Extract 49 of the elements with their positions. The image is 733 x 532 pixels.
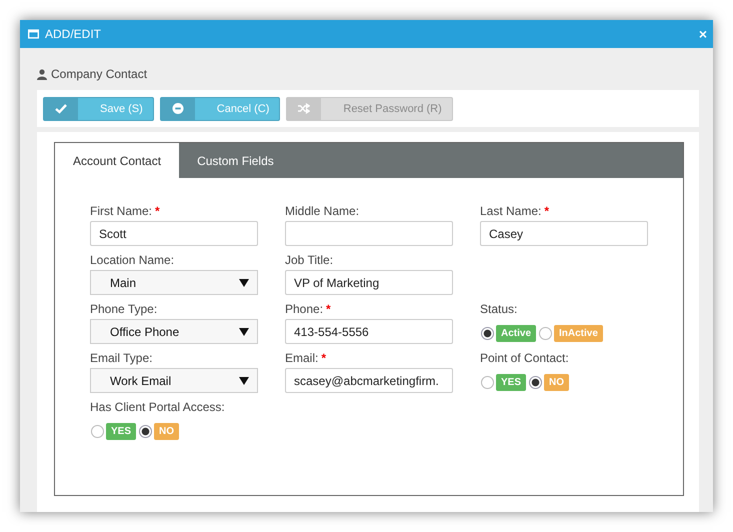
radio-button[interactable] [529,376,542,389]
dropdown[interactable]: Main [90,270,258,295]
dropdown-arrow-icon [239,376,249,384]
minus-circle-icon [172,103,184,114]
field-label: Location Name: [90,253,174,268]
shuffle-icon [298,103,310,114]
field-label: Last Name: [480,204,542,219]
option-badge: YES [496,374,526,391]
dropdown-arrow-icon [239,328,249,336]
text-field[interactable]: VP of Marketing [285,270,453,295]
tab[interactable]: Custom Fields [179,143,292,178]
text-field[interactable]: 413-554-5556 [285,319,453,344]
radio-button[interactable] [139,425,152,438]
field-label: Point of Contact: [480,351,569,366]
field-label: Email Type: [90,351,152,366]
text-field[interactable] [285,221,453,246]
field-label: Phone: [285,302,324,317]
radio-button[interactable] [539,327,552,340]
field-label: Middle Name: [285,204,360,219]
option-badge: Active [496,325,536,342]
field-label: Job Title: [285,253,334,268]
dropdown[interactable]: Office Phone [90,319,258,344]
option-badge: NO [544,374,570,391]
required-mark: * [544,204,550,219]
option-badge: NO [154,423,180,440]
text-field[interactable]: Scott [90,221,258,246]
field-label: First Name: [90,204,152,219]
required-mark: * [326,302,331,317]
dropdown[interactable]: Work Email [90,368,258,393]
text-field[interactable]: scasey@abcmarketingfirm. [285,368,453,393]
window-icon [28,29,39,39]
window-title: ADD/EDIT [45,27,102,41]
radio-button[interactable] [481,376,494,389]
field-label: Status: [480,302,518,317]
option-badge: InActive [554,325,603,342]
check-icon [55,103,67,114]
field-label: Email: [285,351,318,366]
required-mark: * [155,204,160,219]
field-label: Has Client Portal Access: [90,400,225,415]
radio-button[interactable] [91,425,104,438]
option-badge: YES [106,423,136,440]
radio-button[interactable] [481,327,494,340]
user-icon [37,68,47,80]
dropdown-arrow-icon [239,278,249,286]
field-label: Phone Type: [90,302,158,317]
section-title: Company Contact [51,67,148,81]
required-mark: * [321,351,326,366]
text-field[interactable]: Casey [480,221,648,246]
tab[interactable]: Account Contact [55,143,180,178]
